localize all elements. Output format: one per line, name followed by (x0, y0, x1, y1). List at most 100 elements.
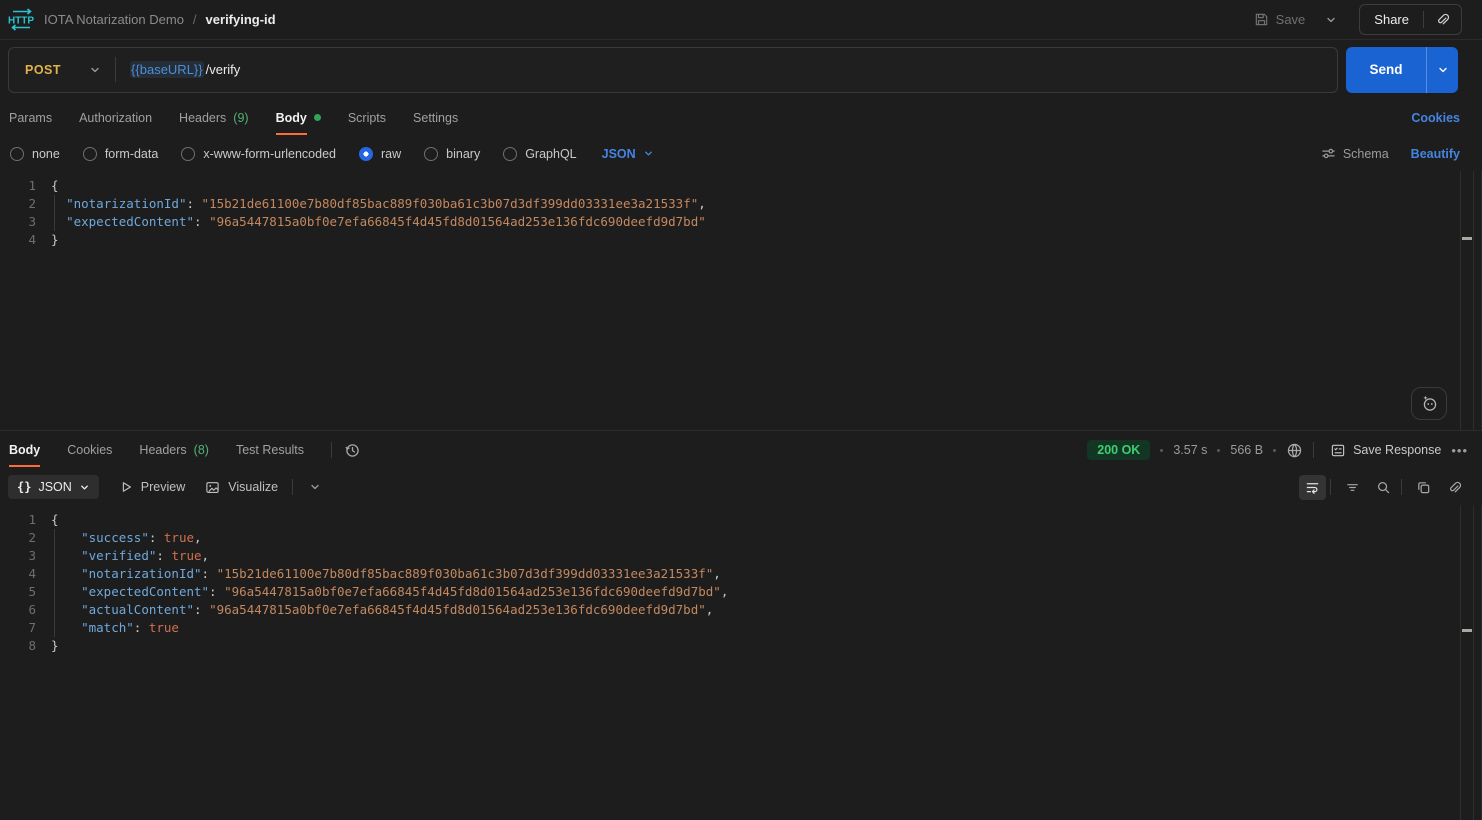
tab-headers[interactable]: Headers(8) (139, 431, 209, 469)
url-bar: POST {{baseURL}} /verify (8, 47, 1338, 93)
tab-label: Headers (139, 443, 186, 457)
http-request-icon: HTTP (8, 8, 35, 31)
breadcrumb-collection[interactable]: IOTA Notarization Demo (44, 12, 184, 27)
response-history-icon[interactable] (336, 438, 368, 462)
app-header: HTTP IOTA Notarization Demo / verifying-… (0, 0, 1482, 40)
body-type-radio-x-www-form-urlencoded[interactable]: x-www-form-urlencoded (181, 147, 336, 161)
network-info-icon[interactable] (1286, 442, 1303, 459)
divider (331, 442, 332, 458)
scrollbar-marker (1462, 237, 1472, 240)
save-options-chevron-icon[interactable] (1317, 8, 1345, 32)
divider (1401, 479, 1402, 495)
schema-button[interactable]: Schema (1321, 146, 1389, 161)
code-text: "verified": true, (36, 547, 209, 565)
body-options-row: none form-data x-www-form-urlencoded raw bin… (0, 136, 1482, 171)
tab-body[interactable]: Body (276, 99, 321, 136)
language-label: JSON (602, 147, 636, 161)
preview-button[interactable]: Preview (119, 480, 185, 494)
separator-dot (1273, 449, 1276, 452)
code-text: } (36, 637, 59, 655)
indent-guide (54, 529, 55, 637)
radio-label: raw (381, 147, 401, 161)
breadcrumb-request-name[interactable]: verifying-id (206, 12, 276, 27)
radio-label: x-www-form-urlencoded (203, 147, 336, 161)
save-response-button[interactable]: Save Response (1330, 443, 1441, 458)
tab-settings[interactable]: Settings (413, 99, 458, 136)
request-code: 1{2 "notarizationId": "15b21de61100e7b80… (0, 177, 1482, 249)
get-link-icon[interactable] (1424, 5, 1461, 34)
visualize-button[interactable]: Visualize (205, 480, 278, 495)
response-format-selector[interactable]: {} JSON (8, 475, 99, 499)
code-text: } (36, 231, 59, 249)
search-icon[interactable] (1370, 475, 1397, 500)
response-editor-scrollbar[interactable] (1460, 505, 1474, 820)
play-icon (119, 480, 133, 494)
api-client-window: HTTP IOTA Notarization Demo / verifying-… (0, 0, 1482, 820)
filter-icon[interactable] (1339, 475, 1366, 500)
body-type-radio-none[interactable]: none (10, 147, 60, 161)
method-selector[interactable]: POST (9, 63, 101, 77)
tab-label: Body (276, 111, 307, 125)
tab-headers[interactable]: Headers (9) (179, 99, 249, 136)
share-group: Share (1359, 4, 1462, 35)
request-editor-scrollbar[interactable] (1460, 171, 1474, 430)
wrap-text-icon[interactable] (1299, 475, 1326, 500)
body-type-radio-binary[interactable]: binary (424, 147, 480, 161)
radio-circle-icon (10, 147, 24, 161)
link-icon[interactable] (1441, 475, 1468, 500)
copy-icon[interactable] (1410, 475, 1437, 500)
braces-icon: {} (17, 480, 31, 494)
body-options-right: Schema Beautify (1321, 146, 1460, 161)
response-meta: 200 OK 3.57 s 566 B Save Response (1087, 440, 1468, 460)
save-label: Save (1276, 12, 1306, 27)
send-options-chevron-icon[interactable] (1426, 47, 1458, 93)
modified-indicator-dot (314, 114, 321, 121)
radio-label: form-data (105, 147, 159, 161)
send-split-button: Send (1346, 47, 1458, 93)
tab-cookies[interactable]: Cookies (67, 431, 112, 469)
tab-label: Authorization (79, 111, 152, 125)
share-button[interactable]: Share (1360, 5, 1423, 34)
code-line: 2 "success": true, (0, 529, 1482, 547)
body-type-radios: none form-data x-www-form-urlencoded raw bin… (10, 147, 654, 161)
tab-scripts[interactable]: Scripts (348, 99, 386, 136)
tab-params[interactable]: Params (9, 99, 52, 136)
divider (115, 57, 116, 82)
line-number: 3 (0, 213, 36, 231)
postbot-icon (1420, 394, 1439, 413)
tab-test-results[interactable]: Test Results (236, 431, 304, 469)
tab-authorization[interactable]: Authorization (79, 99, 152, 136)
response-view-controls: {} JSON Preview Visualize (8, 475, 321, 499)
chevron-down-icon (643, 148, 654, 159)
tab-body[interactable]: Body (9, 431, 40, 469)
tab-label: Headers (179, 111, 226, 125)
svg-text:HTTP: HTTP (8, 16, 34, 27)
line-number: 2 (0, 195, 36, 213)
request-body-editor[interactable]: 1{2 "notarizationId": "15b21de61100e7b80… (0, 171, 1482, 430)
breadcrumb: HTTP IOTA Notarization Demo / verifying-… (8, 8, 276, 31)
response-code: 1{2 "success": true,3 "verified": true,4… (0, 511, 1482, 655)
request-tabs: Params Authorization Headers (9) Body Scripts… (9, 99, 485, 136)
send-button[interactable]: Send (1346, 47, 1426, 93)
body-type-radio-graphql[interactable]: GraphQL (503, 147, 576, 161)
more-options-icon[interactable]: ••• (1451, 443, 1468, 458)
raw-language-selector[interactable]: JSON (602, 147, 654, 161)
divider (292, 479, 293, 495)
body-type-radio-raw[interactable]: raw (359, 147, 401, 161)
line-number: 4 (0, 565, 36, 583)
cookies-link[interactable]: Cookies (1411, 111, 1460, 125)
body-type-radio-form-data[interactable]: form-data (83, 147, 159, 161)
postbot-button[interactable] (1411, 387, 1447, 420)
code-text: { (36, 511, 59, 529)
url-input[interactable]: {{baseURL}} /verify (130, 48, 1337, 92)
response-body-viewer[interactable]: 1{2 "success": true,3 "verified": true,4… (0, 505, 1482, 820)
tab-count: (9) (233, 111, 248, 125)
line-number: 1 (0, 177, 36, 195)
tab-label: Test Results (236, 443, 304, 457)
response-tools (1299, 475, 1468, 500)
breadcrumb-separator: / (193, 12, 197, 27)
request-tabs-row: Params Authorization Headers (9) Body Scripts… (0, 99, 1482, 136)
view-options-chevron-icon[interactable] (309, 481, 321, 493)
beautify-button[interactable]: Beautify (1411, 147, 1460, 161)
save-button[interactable]: Save (1248, 8, 1312, 31)
